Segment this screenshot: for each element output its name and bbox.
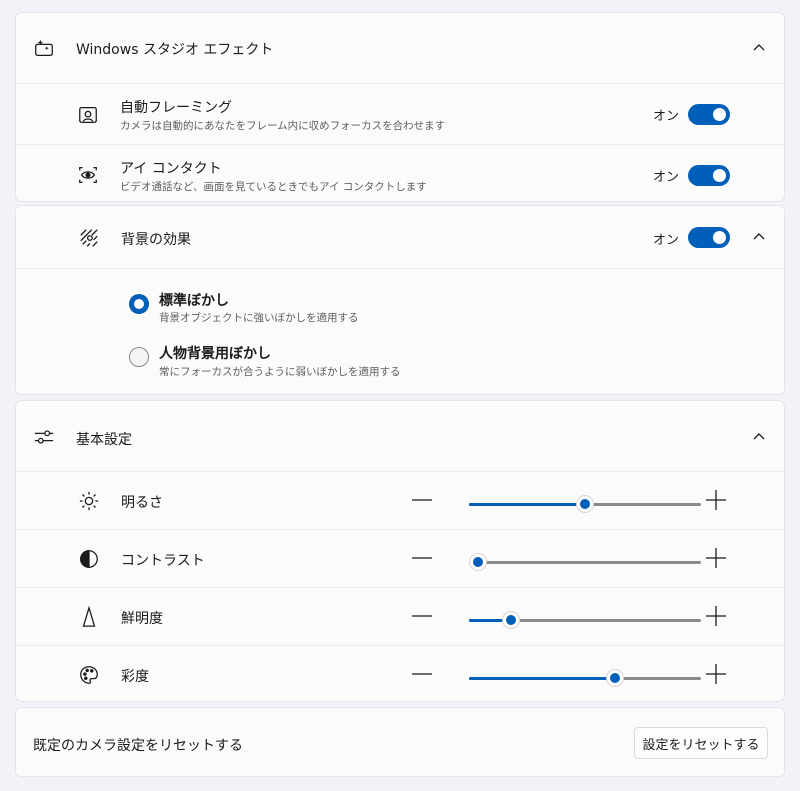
portrait-blur-title: 人物背景用ぼかし [159, 346, 271, 362]
saturation-slider[interactable] [469, 668, 701, 688]
background-effects-icon [77, 226, 101, 250]
background-effects-toggle[interactable] [688, 227, 730, 248]
sparkle-camera-icon [32, 36, 56, 60]
contrast-icon [77, 547, 101, 571]
sharpness-decrease-button[interactable] [410, 604, 434, 628]
sharpness-label: 鮮明度 [121, 611, 163, 627]
slider-thumb[interactable] [469, 553, 488, 571]
eye-contact-on-label: オン [653, 170, 680, 185]
slider-thumb[interactable] [501, 611, 520, 629]
background-effects-title: 背景の効果 [121, 232, 191, 248]
auto-framing-subtitle: カメラは自動的にあなたをフレーム内に収めフォーカスを合わせます [120, 120, 446, 132]
slider-thumb[interactable] [576, 495, 594, 513]
studio-effects-header[interactable]: Windows スタジオ エフェクト [16, 13, 784, 83]
auto-framing-toggle[interactable] [688, 104, 730, 125]
brightness-decrease-button[interactable] [410, 488, 434, 512]
studio-effects-title: Windows スタジオ エフェクト [76, 42, 274, 58]
eye-contact-row: アイ コンタクト ビデオ通話など、画面を見ているときでもアイ コンタクトします … [16, 144, 784, 201]
basic-settings-title: 基本設定 [76, 432, 132, 448]
reset-card: 既定のカメラ設定をリセットする 設定をリセットする [15, 707, 785, 777]
auto-framing-icon [76, 103, 100, 127]
reset-label: 既定のカメラ設定をリセットする [33, 738, 243, 754]
background-effects-on-label: オン [653, 233, 680, 248]
sharpness-row: 鮮明度 [16, 587, 784, 645]
standard-blur-title: 標準ぼかし [159, 293, 229, 309]
saturation-increase-button[interactable] [704, 662, 728, 686]
saturation-icon [77, 663, 101, 687]
portrait-blur-radio[interactable] [129, 347, 149, 367]
brightness-row: 明るさ [16, 471, 784, 529]
saturation-decrease-button[interactable] [410, 662, 434, 686]
chevron-up-icon[interactable] [749, 38, 769, 58]
standard-blur-radio[interactable] [129, 294, 149, 314]
brightness-label: 明るさ [121, 495, 163, 511]
eye-contact-subtitle: ビデオ通話など、画面を見ているときでもアイ コンタクトします [120, 181, 427, 193]
brightness-increase-button[interactable] [704, 488, 728, 512]
brightness-icon [77, 489, 101, 513]
brightness-slider[interactable] [469, 494, 701, 514]
saturation-row: 彩度 [16, 645, 784, 701]
background-options: 標準ぼかし 背景オブジェクトに強いぼかしを適用する 人物背景用ぼかし 常にフォー… [16, 268, 784, 394]
contrast-row: コントラスト [16, 529, 784, 587]
standard-blur-subtitle: 背景オブジェクトに強いぼかしを適用する [159, 312, 359, 324]
eye-contact-icon [76, 163, 100, 187]
slider-thumb[interactable] [606, 669, 625, 687]
eye-contact-title: アイ コンタクト [120, 161, 222, 177]
auto-framing-row: 自動フレーミング カメラは自動的にあなたをフレーム内に収めフォーカスを合わせます… [16, 83, 784, 144]
contrast-increase-button[interactable] [704, 546, 728, 570]
chevron-up-icon[interactable] [749, 227, 769, 247]
auto-framing-on-label: オン [653, 109, 680, 124]
contrast-decrease-button[interactable] [410, 546, 434, 570]
contrast-label: コントラスト [121, 553, 205, 569]
chevron-up-icon[interactable] [749, 427, 769, 447]
background-effects-card: 背景の効果 オン 標準ぼかし 背景オブジェクトに強いぼかしを適用する 人物背景用… [15, 205, 785, 395]
sharpness-icon [77, 605, 101, 629]
reset-settings-button[interactable]: 設定をリセットする [634, 727, 768, 759]
portrait-blur-subtitle: 常にフォーカスが合うように弱いぼかしを適用する [159, 366, 401, 378]
studio-effects-card: Windows スタジオ エフェクト 自動フレーミング カメラは自動的にあなたを… [15, 12, 785, 202]
basic-settings-header[interactable]: 基本設定 [16, 401, 784, 471]
sharpness-increase-button[interactable] [704, 604, 728, 628]
sliders-icon [32, 425, 56, 449]
background-effects-header[interactable]: 背景の効果 オン [16, 206, 784, 268]
eye-contact-toggle[interactable] [688, 165, 730, 186]
contrast-slider[interactable] [469, 552, 701, 572]
sharpness-slider[interactable] [469, 610, 701, 630]
basic-settings-card: 基本設定 明るさ コントラスト 鮮明度 彩度 [15, 400, 785, 702]
auto-framing-title: 自動フレーミング [120, 100, 232, 116]
saturation-label: 彩度 [121, 669, 149, 685]
